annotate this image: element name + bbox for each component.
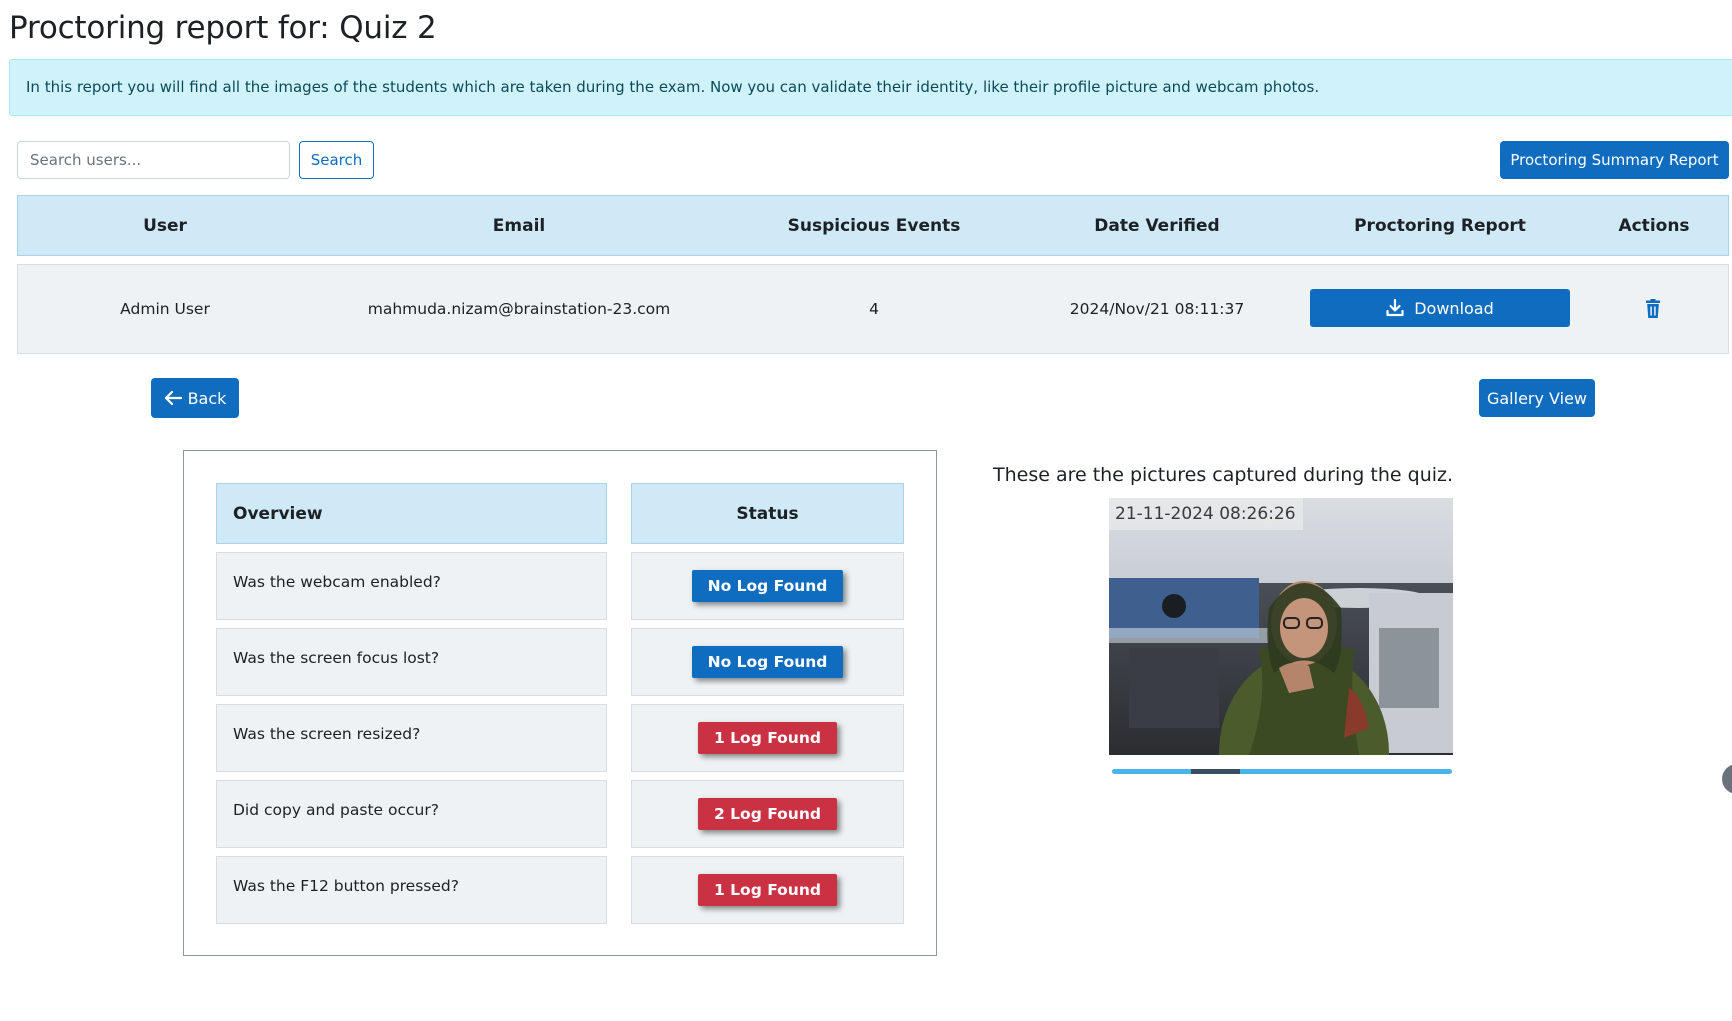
webcam-photo[interactable]: 21-11-2024 08:26:26 — [1109, 498, 1453, 755]
download-label: Download — [1414, 298, 1494, 318]
column-header-date-verified[interactable]: Date Verified — [1094, 196, 1219, 255]
webcam-photo-image — [1109, 498, 1453, 755]
overview-question: Was the screen focus lost? — [216, 628, 607, 696]
status-header: Status — [631, 483, 904, 544]
overview-question: Was the screen resized? — [216, 704, 607, 772]
overview-question: Did copy and paste occur? — [216, 780, 607, 848]
photo-timestamp: 21-11-2024 08:26:26 — [1109, 498, 1303, 530]
trash-icon[interactable] — [1645, 299, 1661, 319]
status-badge: No Log Found — [691, 570, 844, 602]
overview-status-cell: 1 Log Found — [631, 856, 904, 924]
page-title: Proctoring report for: Quiz 2 — [9, 10, 437, 46]
overview-status-cell: No Log Found — [631, 628, 904, 696]
status-badge: 1 Log Found — [698, 722, 837, 754]
proctoring-summary-report-button[interactable]: Proctoring Summary Report — [1500, 141, 1729, 179]
photo-slider-track[interactable] — [1112, 769, 1452, 774]
download-button[interactable]: Download — [1310, 289, 1570, 327]
gallery-view-button[interactable]: Gallery View — [1479, 379, 1595, 417]
table-header: User Email Suspicious Events Date Verifi… — [17, 195, 1729, 256]
column-header-user[interactable]: User — [143, 196, 187, 255]
overview-status-cell: 1 Log Found — [631, 704, 904, 772]
status-badge: 1 Log Found — [698, 874, 837, 906]
cell-email: mahmuda.nizam@brainstation-23.com — [367, 300, 671, 318]
column-header-email[interactable]: Email — [493, 196, 545, 255]
overview-question: Was the webcam enabled? — [216, 552, 607, 620]
overview-question: Was the F12 button pressed? — [216, 856, 607, 924]
back-label: Back — [187, 388, 227, 408]
status-badge: No Log Found — [691, 646, 844, 678]
cell-date-verified: 2024/Nov/21 08:11:37 — [1069, 300, 1245, 318]
back-button[interactable]: Back — [151, 378, 239, 418]
info-alert: In this report you will find all the ima… — [9, 59, 1732, 116]
status-badge: 2 Log Found — [698, 798, 837, 830]
column-header-actions: Actions — [1618, 215, 1690, 236]
arrow-left-icon — [164, 390, 182, 406]
photo-slider-thumb[interactable] — [1190, 769, 1240, 774]
download-icon — [1386, 299, 1404, 317]
column-header-suspicious-events[interactable]: Suspicious Events — [788, 196, 961, 255]
cell-suspicious-events: 4 — [869, 300, 879, 318]
scroll-knob[interactable] — [1722, 764, 1732, 794]
search-button[interactable]: Search — [299, 141, 374, 179]
captures-title: These are the pictures captured during t… — [993, 464, 1454, 486]
overview-header: Overview — [216, 483, 607, 544]
overview-status-cell: No Log Found — [631, 552, 904, 620]
cell-user: Admin User — [120, 300, 210, 318]
column-header-proctoring-report: Proctoring Report — [1354, 215, 1526, 236]
overview-status-cell: 2 Log Found — [631, 780, 904, 848]
overview-card: Overview Status Was the webcam enabled? N… — [183, 450, 937, 956]
search-input[interactable] — [17, 141, 290, 179]
